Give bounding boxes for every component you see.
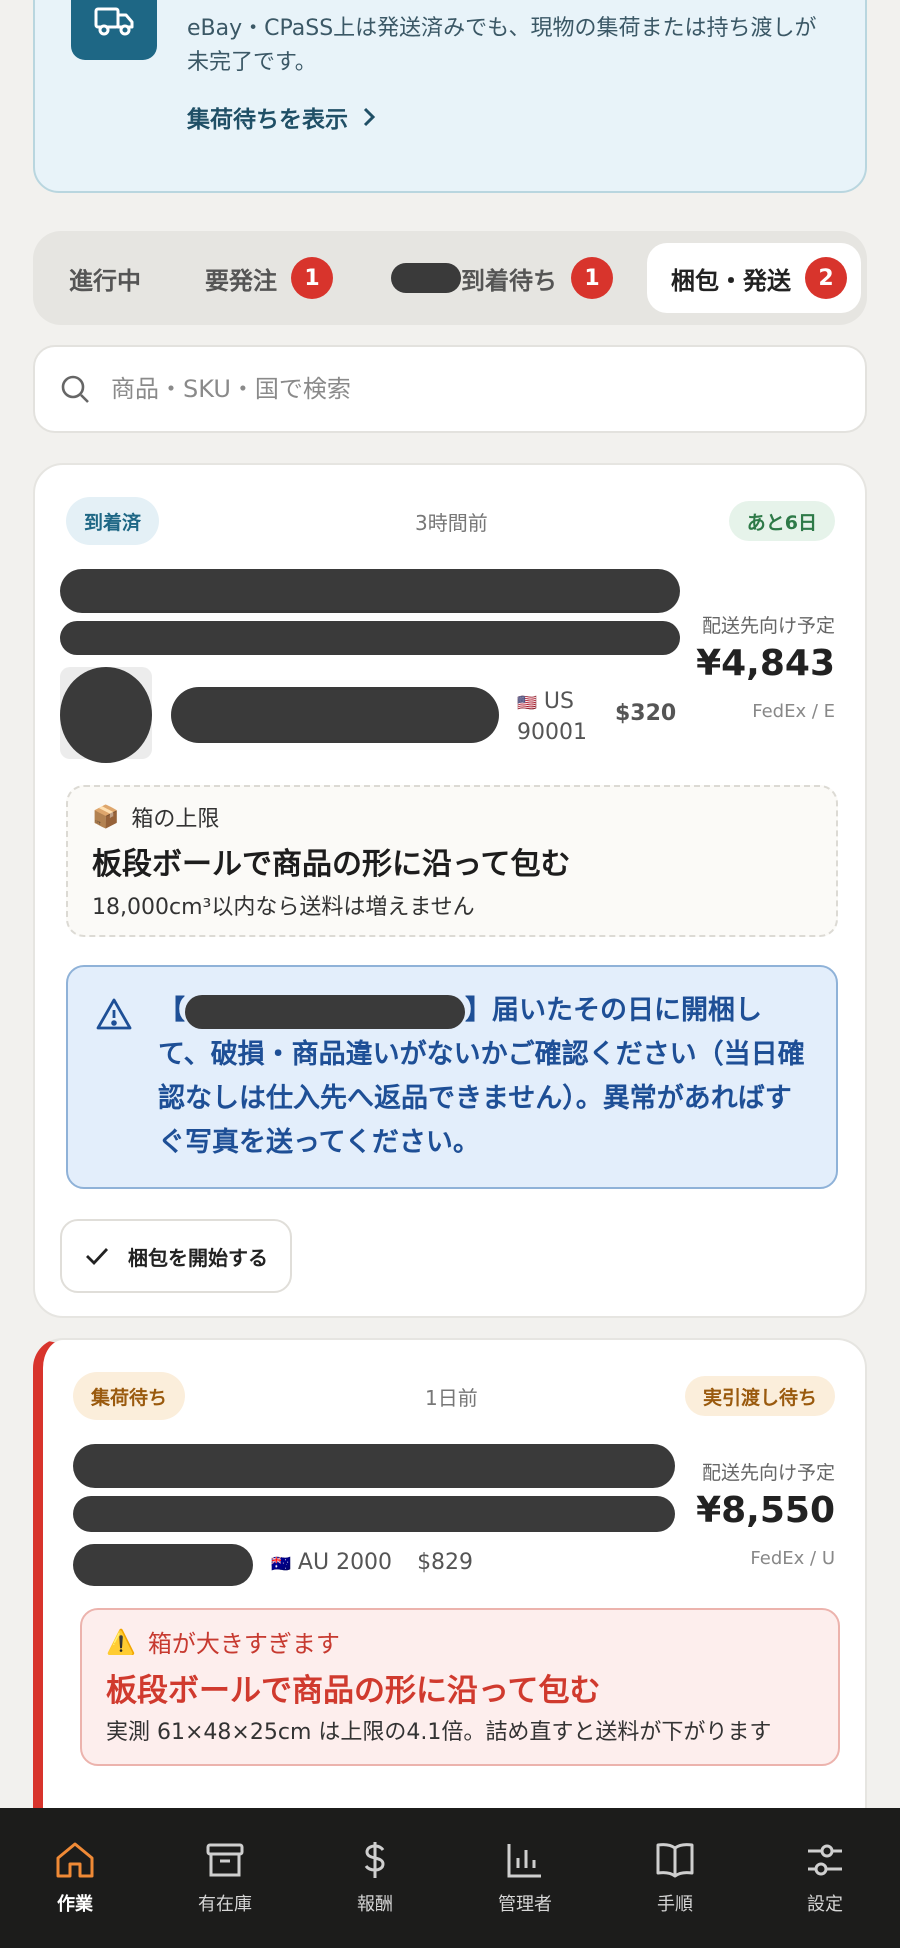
carrier: FedEx / U — [750, 1548, 835, 1569]
nav-settings[interactable]: 設定 — [770, 1840, 880, 1916]
nav-label: 設定 — [807, 1894, 843, 1915]
deadline-badge: あと6日 — [728, 501, 835, 541]
country-code: US — [543, 689, 574, 714]
shipping-price: ¥4,843 — [696, 643, 835, 684]
tab-needs-order[interactable]: 要発注 1 — [205, 243, 333, 313]
nav-label: 作業 — [57, 1894, 93, 1915]
country-code: AU 2000 — [297, 1550, 393, 1575]
box-too-large-alert: ⚠️ 箱が大きすぎます 板段ボールで商品の形に沿って包む 実測 61×48×25c… — [80, 1608, 840, 1766]
postal-code: 90001 — [517, 720, 587, 745]
destination-info: 🇦🇺 AU 2000 $829 — [271, 1550, 473, 1575]
sale-price: $829 — [417, 1550, 474, 1575]
redacted-text — [391, 263, 461, 293]
tab-label: 進行中 — [69, 266, 141, 295]
count-badge: 1 — [571, 257, 613, 299]
box-limit-hint: 📦 箱の上限 板段ボールで商品の形に沿って包む 18,000cm³以内なら送料は増… — [66, 785, 838, 937]
redacted-title — [60, 621, 680, 655]
nav-stock[interactable]: 有在庫 — [170, 1840, 280, 1916]
banner-message: eBay・CPaSS上は発送済みでも、現物の集荷または持ち渡しが未完了です。 — [187, 16, 817, 75]
destination-label: 配送先向け予定 — [701, 615, 835, 637]
alert-note: 実測 61×48×25cm は上限の4.1倍。詰め直すと送料が下がります — [106, 1720, 772, 1745]
order-card[interactable]: 到着済 3時間前 あと6日 🇺🇸 US 90001 $320 配送先向け予定 ¥… — [33, 463, 867, 1318]
check-icon — [86, 1248, 109, 1266]
bar-chart-icon — [507, 1844, 541, 1878]
destination-label: 配送先向け予定 — [701, 1462, 835, 1484]
nav-label: 管理者 — [498, 1894, 552, 1915]
deadline-badge: 実引渡し待ち — [684, 1376, 835, 1416]
nav-label: 報酬 — [357, 1894, 393, 1915]
nav-work[interactable]: 作業 — [20, 1840, 130, 1916]
show-pickup-label: 集荷待ちを表示 — [187, 107, 348, 133]
count-badge: 1 — [291, 257, 333, 299]
us-flag-icon: 🇺🇸 — [517, 693, 537, 712]
nav-reward[interactable]: 報酬 — [320, 1840, 430, 1916]
search-icon — [61, 375, 89, 403]
status-badge: 到着済 — [66, 497, 160, 545]
package-icon: 📦 — [92, 804, 120, 830]
redacted-supplier — [185, 994, 465, 1029]
tab-label: 梱包・発送 — [671, 266, 791, 295]
box-limit-label: 箱の上限 — [131, 807, 220, 832]
tab-label: 到着待ち — [461, 266, 557, 295]
warning-bracket: 【 — [158, 995, 185, 1026]
carrier: FedEx / E — [752, 701, 835, 722]
redacted-sku — [73, 1544, 253, 1586]
tab-in-progress[interactable]: 進行中 — [69, 243, 141, 313]
search-bar — [33, 345, 867, 433]
time-ago: 3時間前 — [415, 511, 488, 535]
bottom-nav: 作業 有在庫 報酬 管理者 手順 設定 — [0, 1808, 900, 1948]
redacted-title — [73, 1496, 675, 1532]
chevron-right-icon — [363, 107, 376, 127]
archive-icon — [206, 1843, 244, 1877]
status-badge: 集荷待ち — [73, 1372, 186, 1420]
box-limit-note: 18,000cm³以内なら送料は増えません — [92, 895, 475, 920]
warning-icon: ⚠️ — [106, 1627, 136, 1656]
nav-admin[interactable]: 管理者 — [470, 1840, 580, 1916]
nav-label: 有在庫 — [198, 1894, 252, 1915]
status-tabs: 進行中 要発注 1 到着待ち 1 梱包・発送 2 — [33, 231, 867, 325]
warning-icon — [96, 998, 132, 1030]
nav-guide[interactable]: 手順 — [620, 1840, 730, 1916]
search-input[interactable] — [111, 375, 811, 403]
product-thumbnail — [60, 667, 152, 763]
dollar-icon — [364, 1842, 385, 1878]
nav-label: 手順 — [657, 1894, 693, 1915]
box-limit-title: 板段ボールで商品の形に沿って包む — [92, 847, 571, 882]
truck-icon — [71, 0, 157, 60]
destination-info: 🇺🇸 US 90001 — [517, 687, 587, 748]
sale-price: $320 — [615, 701, 677, 726]
alert-title: 板段ボールで商品の形に沿って包む — [106, 1673, 601, 1709]
home-icon — [56, 1842, 94, 1878]
time-ago: 1日前 — [425, 1386, 478, 1410]
pickup-banner: eBay・CPaSS上は発送済みでも、現物の集荷または持ち渡しが未完了です。 集… — [33, 0, 867, 193]
alert-label: 箱が大きすぎます — [147, 1630, 340, 1658]
start-packing-button[interactable]: 梱包を開始する — [60, 1219, 292, 1293]
au-flag-icon: 🇦🇺 — [271, 1554, 291, 1573]
redacted-sku — [171, 687, 499, 743]
tab-awaiting-arrival[interactable]: 到着待ち 1 — [391, 243, 613, 313]
redacted-title — [73, 1444, 675, 1488]
redacted-title — [60, 569, 680, 613]
book-icon — [656, 1843, 694, 1878]
shipping-price: ¥8,550 — [696, 1490, 835, 1531]
show-pickup-link[interactable]: 集荷待ちを表示 — [187, 100, 376, 134]
tab-pack-ship[interactable]: 梱包・発送 2 — [647, 243, 861, 313]
tab-label: 要発注 — [205, 266, 277, 295]
count-badge: 2 — [805, 257, 847, 299]
start-packing-label: 梱包を開始する — [128, 1245, 268, 1270]
sliders-icon — [808, 1844, 842, 1876]
inspection-warning: 【】届いたその日に開梱して、破損・商品違いがないかご確認ください（当日確認なしは… — [66, 965, 838, 1189]
